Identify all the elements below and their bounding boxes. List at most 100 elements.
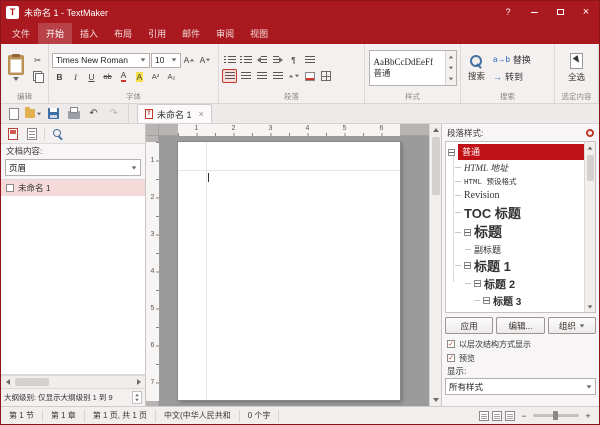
apply-button[interactable]: 应用 <box>445 317 493 334</box>
scroll-down-button[interactable] <box>430 394 441 406</box>
undo-button[interactable]: ↶ <box>85 106 102 122</box>
tab-close-icon[interactable]: × <box>199 109 204 119</box>
style-item-heading-3[interactable]: 标题 3 <box>446 292 584 308</box>
scroll-thumb[interactable] <box>432 137 440 195</box>
gallery-scroll[interactable] <box>445 51 456 85</box>
list-item-document[interactable]: 未命名 1 <box>1 180 145 196</box>
align-center-button[interactable] <box>238 69 253 83</box>
scroll-track[interactable] <box>430 136 441 394</box>
paste-button[interactable] <box>4 54 28 82</box>
replace-button[interactable]: a→b 替换 <box>491 52 533 67</box>
redo-button[interactable]: ↷ <box>105 106 122 122</box>
underline-button[interactable]: U <box>84 70 99 84</box>
preview-checkbox-row[interactable]: ✓ 预览 <box>445 351 596 365</box>
scroll-up-button[interactable] <box>585 142 595 153</box>
document-vertical-scrollbar[interactable] <box>429 124 441 406</box>
view-mode-icon[interactable] <box>492 411 502 421</box>
strikethrough-button[interactable]: ab <box>100 70 115 84</box>
font-color-button[interactable]: A <box>116 70 131 84</box>
hierarchy-checkbox-row[interactable]: ✓ 以层次结构方式显示 <box>445 337 596 351</box>
italic-button[interactable]: I <box>68 70 83 84</box>
font-size-select[interactable]: 10 <box>151 53 181 68</box>
list-view-button[interactable] <box>23 126 40 142</box>
document-page[interactable] <box>178 142 400 400</box>
open-button[interactable] <box>25 106 42 122</box>
highlight-button[interactable]: A <box>132 70 147 84</box>
outline-level-stepper[interactable] <box>132 391 142 404</box>
zoom-slider[interactable] <box>533 414 579 417</box>
cut-button[interactable]: ✂ <box>30 53 45 67</box>
justify-button[interactable] <box>270 69 285 83</box>
style-item-title[interactable]: 标题 <box>446 222 584 242</box>
sort-button[interactable] <box>302 53 317 67</box>
style-item-toc-heading[interactable]: TOC 标题 <box>446 203 584 222</box>
contents-view-button[interactable] <box>4 126 21 142</box>
line-spacing-button[interactable] <box>286 69 301 83</box>
expand-icon[interactable] <box>448 149 455 156</box>
vertical-ruler[interactable]: 1 2 3 4 5 6 7 <box>146 136 159 406</box>
subscript-button[interactable]: A₂ <box>164 70 179 84</box>
style-item-subtitle[interactable]: 副标题 <box>446 242 584 256</box>
preview-checkbox[interactable]: ✓ <box>447 354 455 362</box>
shrink-font-button[interactable]: A <box>198 53 213 67</box>
expand-icon[interactable] <box>464 229 471 236</box>
tab-home[interactable]: 开始 <box>38 23 72 44</box>
tab-mail[interactable]: 邮件 <box>174 23 208 44</box>
align-left-button[interactable] <box>222 69 237 83</box>
style-item-html-address[interactable]: HTML 地址 <box>446 160 584 174</box>
select-all-button[interactable]: 全选 <box>564 52 589 84</box>
style-item-normal[interactable]: 普通 <box>446 144 584 160</box>
status-chapter[interactable]: 第 1 章 <box>43 410 85 422</box>
zoom-slider-thumb[interactable] <box>553 411 558 420</box>
new-document-button[interactable] <box>5 106 22 122</box>
scroll-right-button[interactable] <box>132 376 145 388</box>
style-item-heading-2[interactable]: 标题 2 <box>446 275 584 292</box>
increase-indent-button[interactable] <box>270 53 285 67</box>
tab-view[interactable]: 视图 <box>242 23 276 44</box>
zoom-out-button[interactable]: − <box>518 410 530 422</box>
expand-icon[interactable] <box>483 297 490 304</box>
edit-style-button[interactable]: 编辑... <box>496 317 544 334</box>
scroll-left-button[interactable] <box>1 376 14 388</box>
view-mode-icon[interactable] <box>479 411 489 421</box>
style-gallery[interactable]: AaBbCcDdEeFf 普通 <box>369 50 457 86</box>
item-checkbox[interactable] <box>6 184 14 192</box>
expand-icon[interactable] <box>464 262 471 269</box>
show-styles-select[interactable]: 所有样式 <box>445 378 596 395</box>
search-button[interactable]: 搜索 <box>464 54 489 83</box>
sidebar-search-button[interactable] <box>49 126 66 142</box>
maximize-button[interactable] <box>547 1 573 23</box>
status-section[interactable]: 第 1 节 <box>1 410 43 422</box>
tab-file[interactable]: 文件 <box>4 23 38 44</box>
numbered-list-button[interactable] <box>238 53 253 67</box>
superscript-button[interactable]: A² <box>148 70 163 84</box>
tab-references[interactable]: 引用 <box>140 23 174 44</box>
view-mode-icon[interactable] <box>505 411 515 421</box>
help-button[interactable]: ? <box>495 1 521 23</box>
organize-button[interactable]: 组织 <box>548 317 596 334</box>
copy-button[interactable] <box>30 69 45 83</box>
style-item-html-preformatted[interactable]: HTML 预设格式 <box>446 174 584 188</box>
scroll-down-button[interactable] <box>585 301 595 312</box>
minimize-button[interactable] <box>521 1 547 23</box>
hierarchy-checkbox[interactable]: ✓ <box>447 340 455 348</box>
document-tab[interactable]: T 未命名 1 × <box>137 104 212 123</box>
expand-icon[interactable] <box>474 280 481 287</box>
bold-button[interactable]: B <box>52 70 67 84</box>
grow-font-button[interactable]: A <box>182 53 197 67</box>
tab-layout[interactable]: 布局 <box>106 23 140 44</box>
shading-button[interactable] <box>302 69 317 83</box>
sidebar-horizontal-scrollbar[interactable] <box>1 375 145 388</box>
print-button[interactable] <box>65 106 82 122</box>
tab-insert[interactable]: 插入 <box>72 23 106 44</box>
goto-button[interactable]: → 转到 <box>491 69 533 84</box>
font-family-select[interactable]: Times New Roman <box>52 53 150 68</box>
borders-button[interactable] <box>318 69 333 83</box>
tab-review[interactable]: 审阅 <box>208 23 242 44</box>
bullet-list-button[interactable] <box>222 53 237 67</box>
close-button[interactable]: × <box>573 1 599 23</box>
zoom-in-button[interactable]: + <box>582 410 594 422</box>
align-right-button[interactable] <box>254 69 269 83</box>
status-word-count[interactable]: 0 个字 <box>240 410 280 422</box>
content-type-select[interactable]: 页眉 <box>5 159 141 176</box>
